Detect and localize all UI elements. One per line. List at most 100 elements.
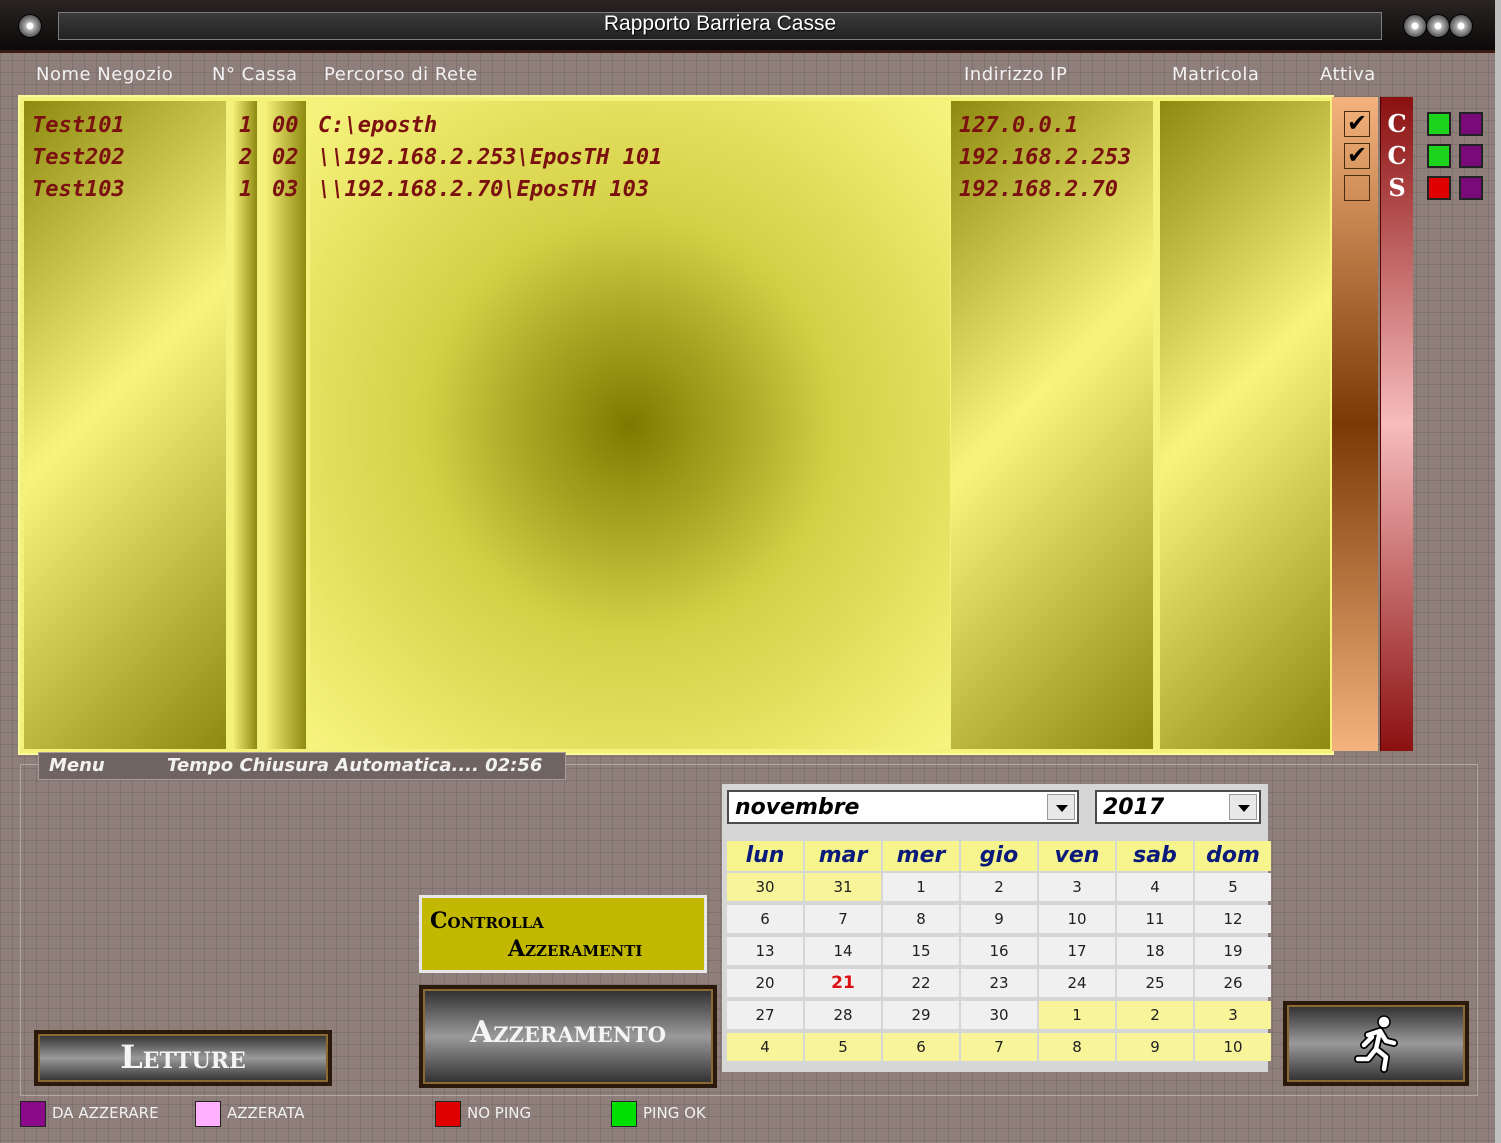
legend-da-azzerare-swatch (20, 1101, 46, 1127)
close-button[interactable] (1449, 14, 1473, 38)
year-value: 2017 (1103, 795, 1165, 820)
calendar-day[interactable]: 21 (805, 969, 881, 997)
calendar-day-other-month[interactable]: 5 (805, 1033, 881, 1061)
column-attiva: ✔ ✔ (1332, 97, 1378, 751)
calendar-day[interactable]: 7 (805, 905, 881, 933)
title-bar: Rapporto Barriera Casse (0, 0, 1495, 53)
calendar-day[interactable]: 11 (1117, 905, 1193, 933)
row-2-n[interactable]: 2 (239, 145, 252, 170)
calendar-day[interactable]: 1 (883, 873, 959, 901)
legend-ping-ok-swatch (611, 1101, 637, 1127)
weekday-mar: mar (805, 841, 881, 871)
row-2-ping-ok-indicator (1427, 144, 1451, 168)
calendar-day-other-month[interactable]: 1 (1039, 1001, 1115, 1029)
calendar-day[interactable]: 8 (883, 905, 959, 933)
header-indirizzo-ip: Indirizzo IP (964, 64, 1068, 85)
calendar-day-other-month[interactable]: 6 (883, 1033, 959, 1061)
calendar-day[interactable]: 5 (1195, 873, 1271, 901)
row-2-cassa[interactable]: 02 (272, 145, 299, 170)
header-percorso-rete: Percorso di Rete (324, 64, 478, 85)
calendar-day-other-month[interactable]: 31 (805, 873, 881, 901)
legend-azzerata-swatch (195, 1101, 221, 1127)
row-1-n[interactable]: 1 (239, 113, 252, 138)
calendar-day[interactable]: 19 (1195, 937, 1271, 965)
calendar-day[interactable]: 3 (1039, 873, 1115, 901)
row-1-ccs: C (1387, 109, 1407, 138)
month-dropdown-arrow-icon[interactable] (1047, 794, 1075, 820)
calendar-day[interactable]: 10 (1039, 905, 1115, 933)
azzeramento-button[interactable]: Azzeramento (419, 985, 717, 1088)
calendar-day[interactable]: 9 (961, 905, 1037, 933)
legend-no-ping-label: NO PING (467, 1104, 532, 1122)
calendar-day-other-month[interactable]: 8 (1039, 1033, 1115, 1061)
calendar-day[interactable]: 6 (727, 905, 803, 933)
calendar-day-other-month[interactable]: 4 (727, 1033, 803, 1061)
row-1-ip[interactable]: 127.0.0.1 (959, 113, 1078, 138)
row-3-ip[interactable]: 192.168.2.70 (959, 177, 1118, 202)
row-1-percorso[interactable]: C:\eposth (318, 113, 437, 138)
row-2-nome[interactable]: Test202 (32, 145, 125, 170)
row-2-ccs: C (1387, 141, 1407, 170)
maximize-button[interactable] (1426, 14, 1450, 38)
row-3-nome[interactable]: Test103 (32, 177, 125, 202)
year-dropdown-arrow-icon[interactable] (1229, 794, 1257, 820)
menu-button[interactable]: Menu (49, 755, 105, 776)
calendar-day[interactable]: 27 (727, 1001, 803, 1029)
calendar-day-other-month[interactable]: 9 (1117, 1033, 1193, 1061)
row-1-cassa[interactable]: 00 (272, 113, 299, 138)
calendar-day[interactable]: 4 (1117, 873, 1193, 901)
row-3-no-ping-indicator (1427, 176, 1451, 200)
column-ccs: C C S (1380, 97, 1413, 751)
calendar-day[interactable]: 15 (883, 937, 959, 965)
weekday-gio: gio (961, 841, 1037, 871)
letture-button[interactable]: Letture (34, 1030, 332, 1086)
calendar-day[interactable]: 14 (805, 937, 881, 965)
month-select[interactable]: novembre (727, 790, 1079, 824)
calendar-day[interactable]: 16 (961, 937, 1037, 965)
row-3-percorso[interactable]: \\192.168.2.70\EposTH 103 (318, 177, 649, 202)
column-matricola (1160, 101, 1330, 749)
calendar-day[interactable]: 30 (961, 1001, 1037, 1029)
header-matricola: Matricola (1172, 64, 1260, 85)
controlla-azzeramenti-button[interactable]: Controlla Azzeramenti (419, 895, 707, 973)
year-select[interactable]: 2017 (1095, 790, 1261, 824)
letture-label: Letture (120, 1038, 246, 1076)
row-1-da-azzerare-indicator (1459, 112, 1483, 136)
row-2-percorso[interactable]: \\192.168.2.253\EposTH 101 (318, 145, 662, 170)
weekday-mer: mer (883, 841, 959, 871)
calendar-day[interactable]: 20 (727, 969, 803, 997)
calendar-day-other-month[interactable]: 10 (1195, 1033, 1271, 1061)
calendar-day-other-month[interactable]: 7 (961, 1033, 1037, 1061)
calendar-day[interactable]: 22 (883, 969, 959, 997)
calendar-day[interactable]: 29 (883, 1001, 959, 1029)
calendar-day[interactable]: 18 (1117, 937, 1193, 965)
minimize-button[interactable] (1403, 14, 1427, 38)
row-2-ip[interactable]: 192.168.2.253 (959, 145, 1131, 170)
azzeramento-label: Azzeramento (469, 1015, 667, 1050)
controlla-label-1: Controlla (430, 908, 544, 934)
calendar-day[interactable]: 23 (961, 969, 1037, 997)
row-1-attiva-checkbox[interactable]: ✔ (1344, 111, 1370, 137)
header-n-cassa: N° Cassa (212, 64, 298, 85)
row-3-cassa[interactable]: 03 (272, 177, 299, 202)
calendar-day-other-month[interactable]: 3 (1195, 1001, 1271, 1029)
calendar-day-other-month[interactable]: 30 (727, 873, 803, 901)
row-3-n[interactable]: 1 (239, 177, 252, 202)
header-attiva: Attiva (1320, 64, 1376, 85)
calendar-day-other-month[interactable]: 2 (1117, 1001, 1193, 1029)
row-3-attiva-checkbox[interactable] (1344, 175, 1370, 201)
row-2-attiva-checkbox[interactable]: ✔ (1344, 143, 1370, 169)
window-title: Rapporto Barriera Casse (603, 12, 837, 35)
register-list[interactable]: Test101 1 00 C:\eposth 127.0.0.1 Test202… (18, 95, 1334, 755)
calendar-day[interactable]: 17 (1039, 937, 1115, 965)
calendar-day[interactable]: 2 (961, 873, 1037, 901)
exit-button[interactable] (1283, 1001, 1469, 1086)
calendar-day[interactable]: 24 (1039, 969, 1115, 997)
row-2-da-azzerare-indicator (1459, 144, 1483, 168)
calendar-day[interactable]: 26 (1195, 969, 1271, 997)
row-1-nome[interactable]: Test101 (32, 113, 125, 138)
calendar-day[interactable]: 28 (805, 1001, 881, 1029)
calendar-day[interactable]: 12 (1195, 905, 1271, 933)
calendar-day[interactable]: 13 (727, 937, 803, 965)
calendar-day[interactable]: 25 (1117, 969, 1193, 997)
